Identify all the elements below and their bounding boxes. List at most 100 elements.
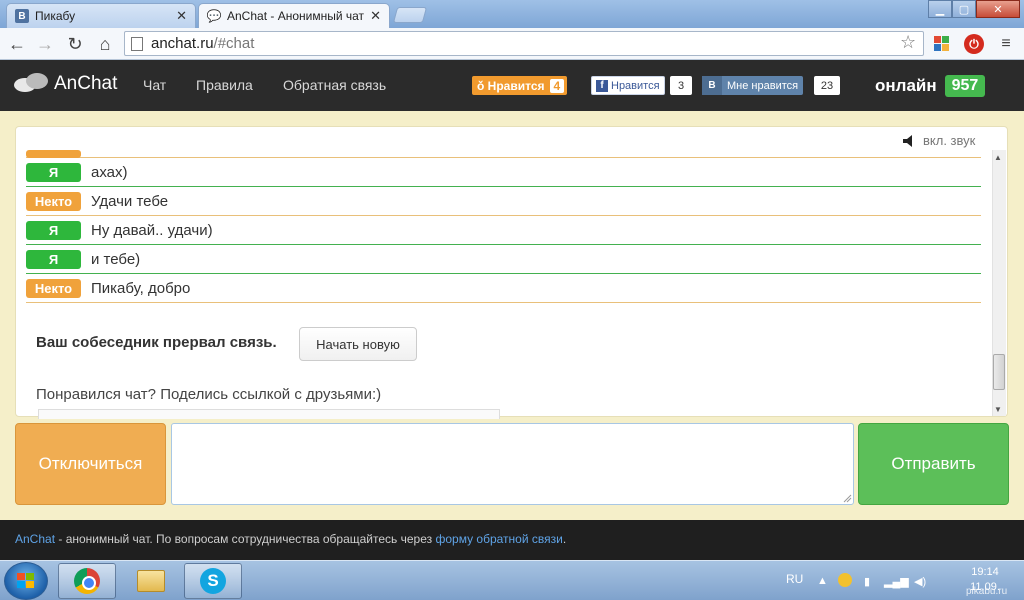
url-path: /#chat xyxy=(213,35,255,52)
network-signal-icon[interactable]: ▂▄▆ xyxy=(884,575,909,588)
chat-bubbles-icon xyxy=(14,73,48,95)
fb-like-count: 3 xyxy=(670,76,692,95)
browser-toolbar: ← → ↻ ⌂ anchat.ru/#chat ☆ ⏻ ≡ xyxy=(0,28,1024,60)
online-counter: онлайн 957 xyxy=(875,75,986,97)
nav-feedback[interactable]: Обратная связь xyxy=(283,77,386,93)
nav-chat[interactable]: Чат xyxy=(143,77,166,93)
vk-icon: B xyxy=(702,76,722,95)
ok-like-button[interactable]: ǒ Нравится 4 xyxy=(472,76,568,95)
scroll-up-arrow-icon[interactable]: ▲ xyxy=(994,153,1002,162)
sound-toggle-label: вкл. звук xyxy=(923,133,976,148)
tab-anchat[interactable]: 💬 AnChat - Анонимный чат ✕ xyxy=(198,3,390,28)
adblock-icon[interactable]: ⏻ xyxy=(964,34,984,54)
message-row: Некто Пикабу, добро xyxy=(26,275,981,303)
author-badge: Я xyxy=(26,250,81,269)
author-badge: Я xyxy=(26,163,81,182)
explorer-folder-icon xyxy=(137,570,165,592)
vk-like-button[interactable]: B Мне нравится xyxy=(702,76,804,95)
address-bar[interactable]: anchat.ru/#chat xyxy=(124,31,924,56)
speaker-icon xyxy=(903,134,912,147)
clock-time: 19:14 xyxy=(971,566,999,578)
message-text: Ну давай.. удачи) xyxy=(91,222,213,239)
online-count-badge: 957 xyxy=(944,75,986,97)
forward-arrow-icon[interactable]: → xyxy=(34,33,56,55)
message-row: Я и тебе) xyxy=(26,246,981,274)
tab-label: Пикабу xyxy=(35,9,76,23)
sound-toggle[interactable]: вкл. звук xyxy=(903,133,975,148)
author-badge: Я xyxy=(26,221,81,240)
footer-feedback-link[interactable]: форму обратной связи xyxy=(435,532,562,546)
volume-icon[interactable]: ◀) xyxy=(914,575,926,588)
skype-icon: S xyxy=(200,568,226,594)
reload-icon[interactable]: ↻ xyxy=(64,33,86,55)
facebook-icon: f xyxy=(596,79,608,92)
send-button[interactable]: Отправить xyxy=(858,423,1009,505)
message-row: Я ахах) xyxy=(26,159,981,187)
vk-favicon-icon: B xyxy=(15,9,29,23)
close-icon[interactable]: ✕ xyxy=(176,8,187,24)
nav-rules[interactable]: Правила xyxy=(196,77,253,93)
battery-icon[interactable]: ▮ xyxy=(864,575,870,588)
windows-taskbar: S RU ▲ ▮ ▂▄▆ ◀) 19:14 11.09. xyxy=(0,560,1024,600)
footer-end: . xyxy=(562,532,567,546)
author-badge: Некто xyxy=(26,192,81,211)
share-buttons-strip[interactable] xyxy=(38,409,500,419)
tray-expand-icon[interactable]: ▲ xyxy=(817,575,828,587)
home-icon[interactable]: ⌂ xyxy=(94,33,116,55)
page-icon xyxy=(131,36,143,51)
site-header: AnChat Чат Правила Обратная связь ǒ Нрав… xyxy=(0,60,1024,111)
bookmark-star-icon[interactable]: ☆ xyxy=(900,32,916,53)
message-text: ахах) xyxy=(91,164,128,181)
windows-logo-icon xyxy=(17,573,35,589)
chat-favicon-icon: 💬 xyxy=(206,9,222,23)
ok-like-count: 4 xyxy=(549,78,565,93)
site-logo[interactable]: AnChat xyxy=(14,73,117,95)
back-arrow-icon[interactable]: ← xyxy=(6,33,28,55)
start-new-chat-button[interactable]: Начать новую xyxy=(299,327,417,361)
message-row: Некто Удачи тебе xyxy=(26,188,981,216)
ok-like-label: Нравится xyxy=(487,78,545,93)
footer-brand-link[interactable]: AnChat xyxy=(15,532,55,546)
maximize-window-button[interactable]: ▢ xyxy=(952,0,976,18)
author-badge: Некто xyxy=(26,279,81,298)
site-footer: AnChat - анонимный чат. По вопросам сотр… xyxy=(0,520,1024,560)
message-row: Я Ну давай.. удачи) xyxy=(26,217,981,245)
new-tab-button[interactable] xyxy=(392,7,428,23)
author-badge xyxy=(26,150,81,158)
message-text: и тебе) xyxy=(91,251,141,268)
share-prompt: Понравился чат? Поделись ссылкой с друзь… xyxy=(36,386,382,403)
disconnect-button[interactable]: Отключиться xyxy=(15,423,166,505)
message-text: Удачи тебе xyxy=(91,193,169,210)
message-input[interactable] xyxy=(171,423,854,505)
tray-app-icon[interactable] xyxy=(838,573,852,587)
start-button[interactable] xyxy=(4,562,48,600)
chat-ended-notice: Ваш собеседник прервал связь. xyxy=(36,334,277,351)
footer-text: - анонимный чат. По вопросам сотрудничес… xyxy=(55,532,436,546)
tab-pikabu[interactable]: B Пикабу ✕ xyxy=(6,3,196,28)
browser-titlebar: B Пикабу ✕ 💬 AnChat - Анонимный чат ✕ ▁ … xyxy=(0,0,1024,28)
vk-like-label: Мне нравится xyxy=(727,79,799,92)
taskbar-chrome[interactable] xyxy=(58,563,116,599)
watermark: pikabu.ru xyxy=(966,586,1008,597)
scroll-down-arrow-icon[interactable]: ▼ xyxy=(994,405,1002,414)
scrollbar-thumb[interactable] xyxy=(993,354,1005,390)
logo-text: AnChat xyxy=(54,73,118,94)
message-text: Пикабу, добро xyxy=(91,280,191,297)
tab-label: AnChat - Анонимный чат xyxy=(227,9,365,23)
taskbar-skype[interactable]: S xyxy=(184,563,242,599)
extension-icon[interactable] xyxy=(932,34,952,54)
partial-message-row xyxy=(26,150,981,158)
url-host: anchat.ru xyxy=(151,35,214,52)
browser-menu-icon[interactable]: ≡ xyxy=(996,34,1016,54)
resize-grip-icon[interactable] xyxy=(842,493,852,503)
fb-like-button[interactable]: f Нравится xyxy=(591,76,665,95)
close-icon[interactable]: ✕ xyxy=(370,8,381,24)
extension-grid-icon xyxy=(934,36,949,51)
chrome-icon xyxy=(74,568,100,594)
taskbar-explorer[interactable] xyxy=(122,563,180,599)
online-label: онлайн xyxy=(875,76,937,95)
vk-like-count: 23 xyxy=(814,76,840,95)
minimize-window-button[interactable]: ▁ xyxy=(928,0,952,18)
close-window-button[interactable]: ✕ xyxy=(976,0,1020,18)
language-indicator[interactable]: RU xyxy=(786,572,803,586)
